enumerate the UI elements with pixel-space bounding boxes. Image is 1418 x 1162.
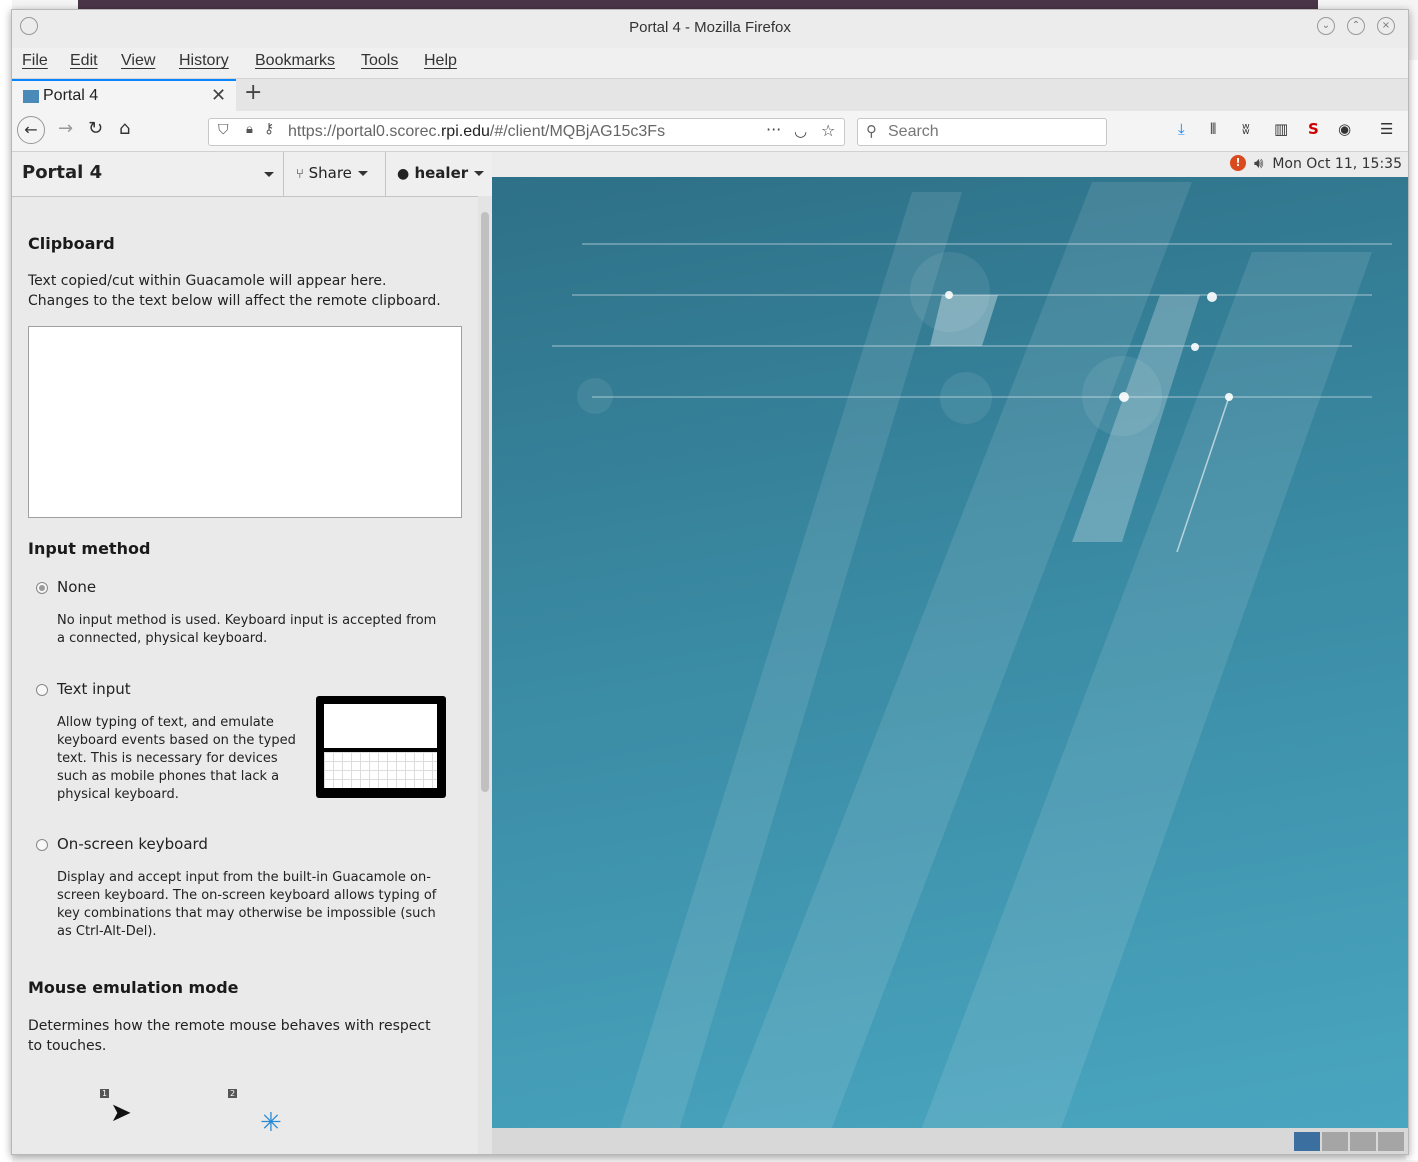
scrollbar-thumb[interactable] bbox=[481, 212, 489, 792]
radio-none-label[interactable]: None bbox=[57, 578, 96, 596]
clipboard-description: Text copied/cut within Guacamole will ap… bbox=[28, 273, 441, 309]
radio-none-description: No input method is used. Keyboard input … bbox=[57, 613, 437, 646]
remote-desktop-view[interactable]: ! 🔊︎ Mon Oct 11, 15:35 bbox=[492, 152, 1408, 1154]
navigation-toolbar: ← → ↻ ⌂ ⛉ 🔒︎ ⚷ https://portal0.scorec.rp… bbox=[12, 111, 1408, 152]
close-tab-icon[interactable]: ✕ bbox=[211, 85, 226, 106]
menu-file[interactable]: File bbox=[22, 52, 48, 70]
pocket-icon[interactable]: ◡ bbox=[794, 122, 807, 140]
tab-label: Portal 4 bbox=[43, 87, 99, 104]
mouse-mode-heading: Mouse emulation mode bbox=[28, 978, 239, 997]
share-icon: ⑂ bbox=[296, 167, 304, 182]
text-input-illustration bbox=[316, 696, 446, 798]
downloads-icon[interactable]: ⤓ bbox=[1178, 120, 1185, 138]
illustration-keyboard-icon bbox=[324, 752, 437, 788]
back-button[interactable]: ← bbox=[17, 116, 45, 144]
minimize-button[interactable]: ⌄ bbox=[1317, 17, 1335, 35]
radio-none[interactable] bbox=[36, 582, 48, 594]
absolute-mode-cursor-icon[interactable]: ➤ bbox=[110, 1098, 132, 1128]
window-title: Portal 4 - Mozilla Firefox bbox=[629, 19, 791, 36]
workspace-4[interactable] bbox=[1378, 1132, 1404, 1151]
window-titlebar: Portal 4 - Mozilla Firefox ⌄ ⌃ × bbox=[12, 10, 1408, 48]
search-placeholder: Search bbox=[888, 123, 939, 140]
mouse-mode-description: Determines how the remote mouse behaves … bbox=[28, 1018, 431, 1054]
workspace-3[interactable] bbox=[1350, 1132, 1376, 1151]
guacamole-menu-panel: Portal 4 ⑂ Share ● healer Clipboard Text… bbox=[12, 152, 493, 1154]
desktop-wallpaper bbox=[552, 182, 1392, 1154]
connection-dropdown-icon[interactable] bbox=[264, 172, 274, 177]
alert-icon[interactable]: ! bbox=[1230, 155, 1246, 171]
menu-edit[interactable]: Edit bbox=[70, 52, 98, 70]
radio-on-screen-keyboard[interactable] bbox=[36, 839, 48, 851]
new-tab-button[interactable]: + bbox=[244, 80, 262, 105]
workspace-1[interactable] bbox=[1294, 1132, 1320, 1151]
background-window-topbar bbox=[78, 0, 1318, 9]
address-bar[interactable]: ⛉ 🔒︎ ⚷ https://portal0.scorec.rpi.edu/#/… bbox=[208, 118, 845, 146]
sidebar-icon[interactable]: ▥ bbox=[1274, 120, 1288, 138]
connection-title: Portal 4 bbox=[22, 162, 103, 183]
radio-text-input-description: Allow typing of text, and emulate keyboa… bbox=[57, 715, 296, 802]
workspace-2[interactable] bbox=[1322, 1132, 1348, 1151]
header-divider bbox=[283, 152, 284, 196]
forward-button[interactable]: → bbox=[58, 118, 73, 139]
maximize-button[interactable]: ⌃ bbox=[1347, 17, 1365, 35]
radio-on-screen-keyboard-description: Display and accept input from the built-… bbox=[57, 870, 437, 939]
key-icon[interactable]: ⚷ bbox=[264, 121, 274, 137]
shield-icon[interactable]: ⛉ bbox=[218, 122, 229, 138]
share-menu-button[interactable]: ⑂ Share bbox=[296, 164, 368, 182]
menu-help[interactable]: Help bbox=[424, 52, 457, 70]
library-icon[interactable]: ⫴ bbox=[1210, 120, 1216, 138]
step-2-badge: 2 bbox=[228, 1089, 238, 1098]
menu-view[interactable]: View bbox=[121, 52, 155, 70]
clipboard-textarea[interactable] bbox=[28, 326, 462, 518]
relative-mode-touch-icon[interactable]: ✳ bbox=[260, 1108, 282, 1138]
menu-bar: File Edit View History Bookmarks Tools H… bbox=[12, 48, 1408, 78]
page-content: Portal 4 ⑂ Share ● healer Clipboard Text… bbox=[12, 152, 1408, 1154]
radio-on-screen-keyboard-label[interactable]: On-screen keyboard bbox=[57, 835, 208, 853]
menu-bookmarks[interactable]: Bookmarks bbox=[255, 52, 335, 70]
reload-button[interactable]: ↻ bbox=[88, 118, 103, 139]
remote-clock[interactable]: Mon Oct 11, 15:35 bbox=[1272, 156, 1402, 172]
header-divider bbox=[385, 152, 386, 196]
step-1-badge: 1 bbox=[100, 1089, 110, 1098]
tab-bar: Portal 4 ✕ + bbox=[12, 78, 1408, 111]
clipboard-heading: Clipboard bbox=[28, 234, 115, 253]
search-bar[interactable]: ⚲ Search bbox=[857, 118, 1107, 146]
search-icon: ⚲ bbox=[866, 122, 877, 140]
page-actions-icon[interactable]: ··· bbox=[766, 120, 781, 139]
volume-icon[interactable]: 🔊︎ bbox=[1254, 154, 1263, 172]
panel-header: Portal 4 ⑂ Share ● healer bbox=[12, 152, 492, 197]
input-method-heading: Input method bbox=[28, 539, 151, 558]
remote-top-panel: ! 🔊︎ Mon Oct 11, 15:35 bbox=[492, 152, 1408, 177]
lock-icon[interactable]: 🔒︎ bbox=[246, 122, 253, 137]
account-icon[interactable]: ◉ bbox=[1338, 120, 1351, 138]
close-window-button[interactable]: × bbox=[1377, 17, 1395, 35]
illustration-screen bbox=[324, 704, 437, 748]
menu-tools[interactable]: Tools bbox=[361, 52, 398, 70]
hamburger-menu-icon[interactable]: ☰ bbox=[1380, 120, 1393, 138]
radio-text-input[interactable] bbox=[36, 684, 48, 696]
url-text[interactable]: https://portal0.scorec.rpi.edu/#/client/… bbox=[288, 123, 665, 141]
tab-portal-4[interactable]: Portal 4 ✕ bbox=[12, 79, 236, 111]
extension-w-icon[interactable]: ʬ bbox=[1242, 120, 1250, 138]
panel-scrollbar[interactable] bbox=[478, 196, 492, 1154]
favicon-icon bbox=[23, 90, 39, 103]
firefox-window: Portal 4 - Mozilla Firefox ⌄ ⌃ × File Ed… bbox=[11, 9, 1409, 1155]
user-icon: ● bbox=[397, 166, 410, 182]
user-menu-button[interactable]: ● healer bbox=[397, 164, 485, 182]
menu-history[interactable]: History bbox=[179, 52, 229, 70]
extension-s-icon[interactable]: S bbox=[1308, 120, 1319, 138]
remote-bottom-panel bbox=[492, 1128, 1408, 1154]
home-button[interactable]: ⌂ bbox=[119, 118, 130, 139]
radio-text-input-label[interactable]: Text input bbox=[57, 680, 131, 698]
bookmark-star-icon[interactable]: ☆ bbox=[821, 121, 835, 140]
